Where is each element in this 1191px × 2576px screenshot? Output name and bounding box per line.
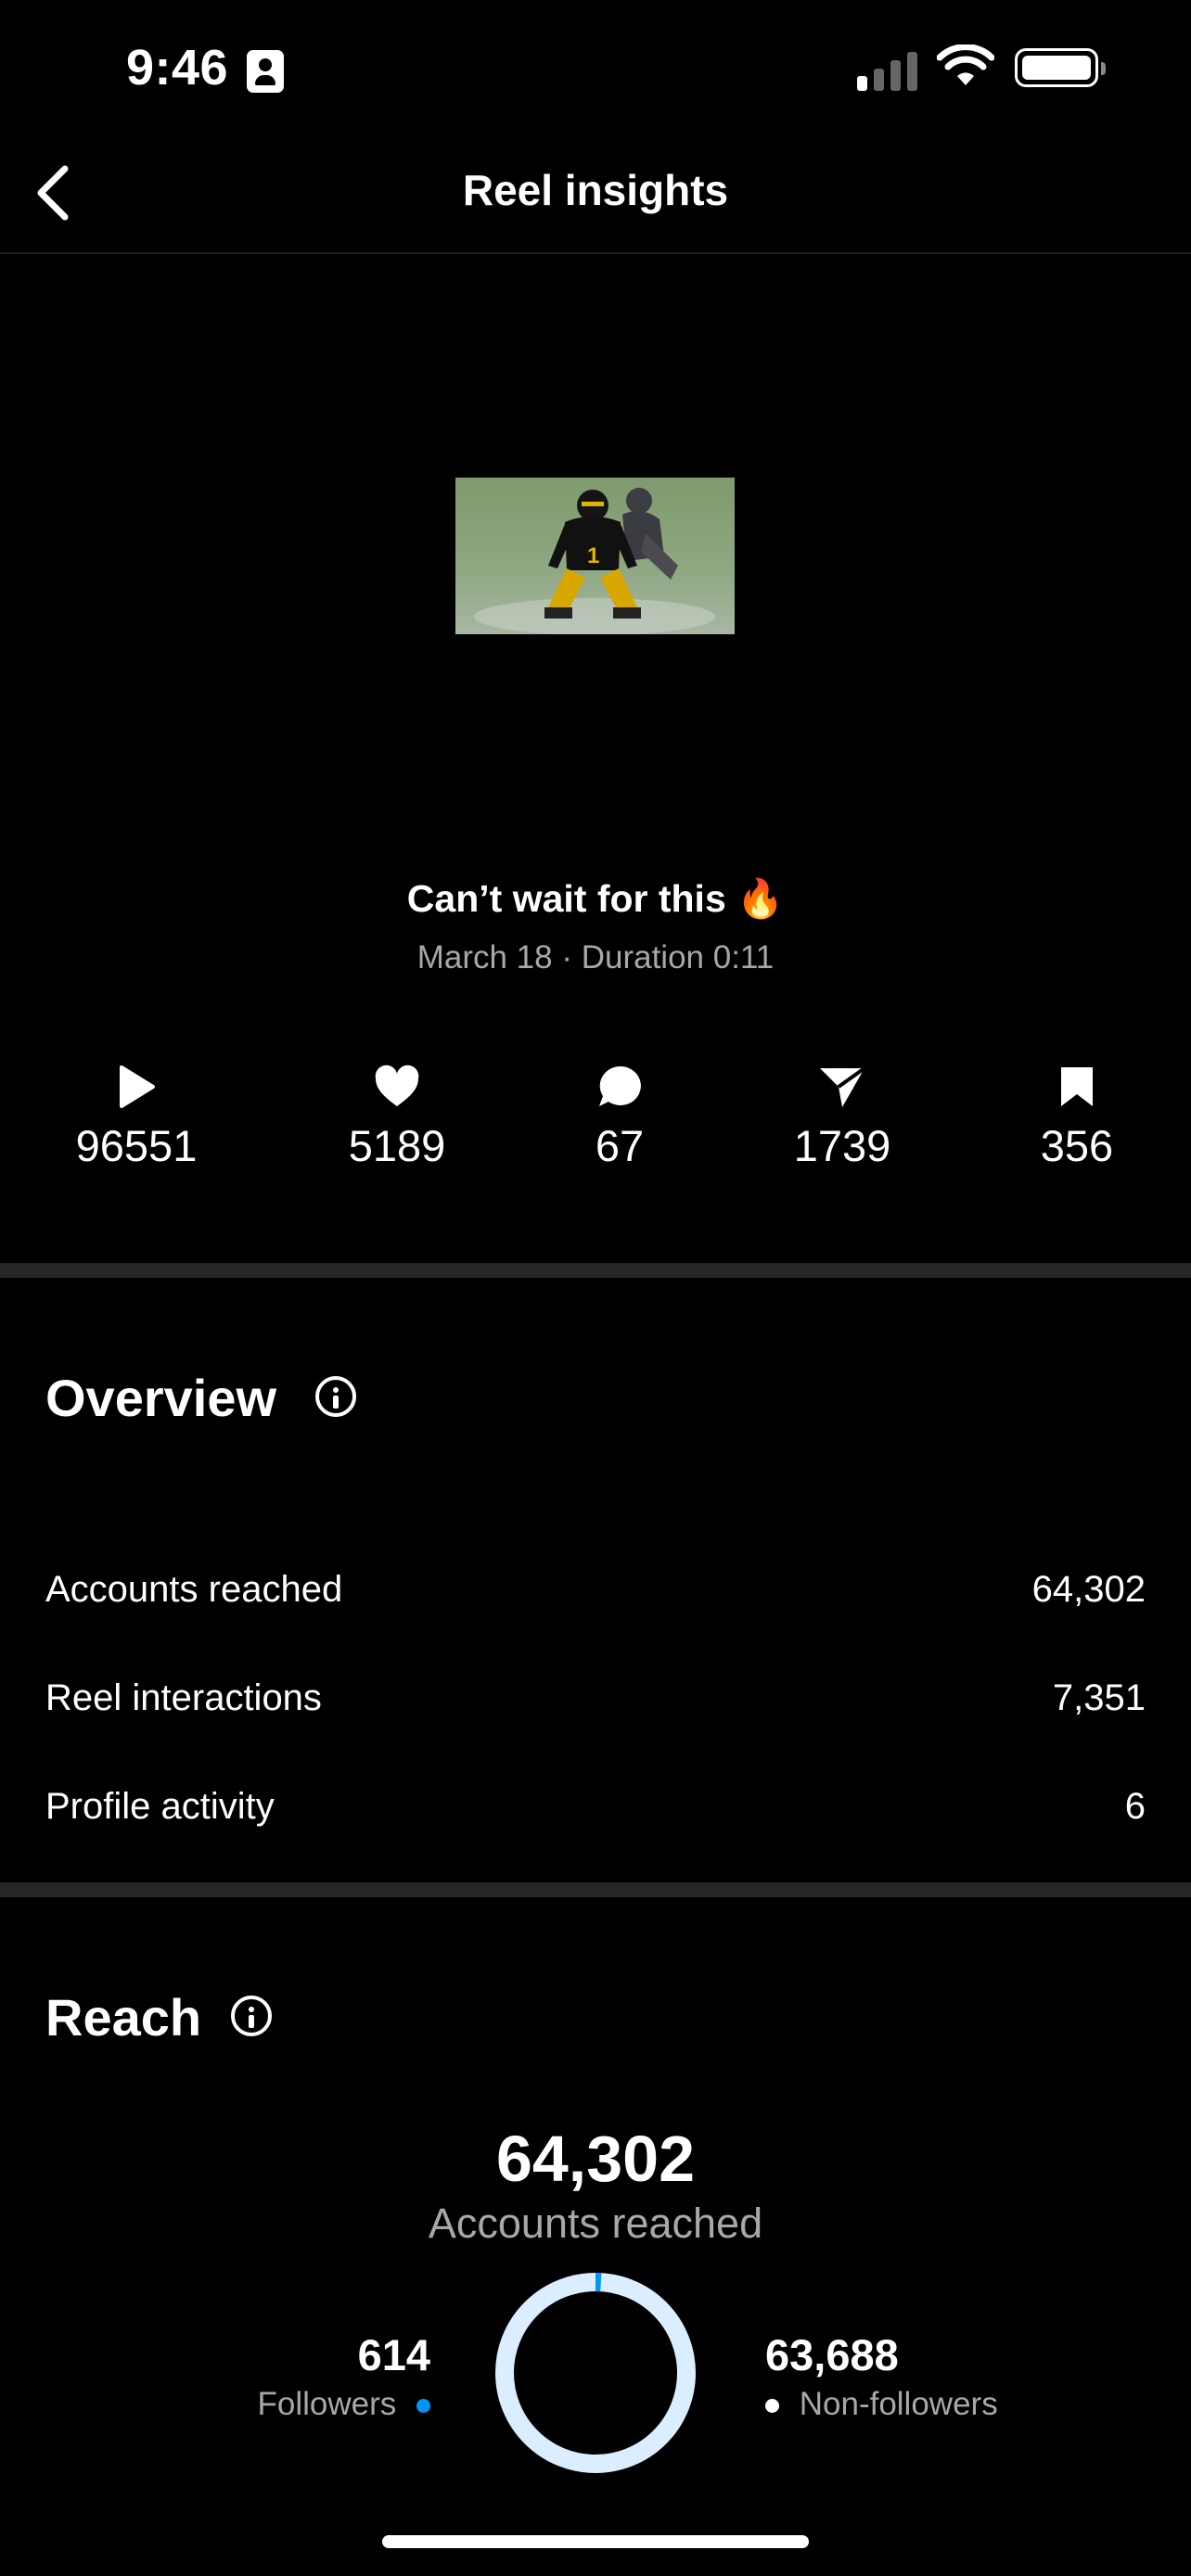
non-followers-arc: [495, 2273, 696, 2473]
non-followers-dot: [765, 2399, 779, 2414]
cellular-signal-icon: [857, 48, 917, 91]
reach-total: 64,302: [495, 2123, 696, 2195]
home-indicator[interactable]: [382, 2535, 809, 2548]
reach-total-label: Accounts reached: [428, 2200, 763, 2247]
comments-count: 67: [595, 1121, 645, 1170]
profile-activity-label: Profile activity: [45, 1786, 275, 1827]
contact-card-icon: [247, 50, 284, 93]
plays-metric: 96551: [34, 1065, 238, 1171]
section-divider: [0, 1263, 1191, 1278]
section-divider: [0, 1882, 1191, 1897]
reel-caption: Can’t wait for this 🔥: [406, 877, 785, 920]
reel-interactions-label: Reel interactions: [45, 1677, 322, 1718]
followers-legend: Followers: [257, 2386, 430, 2423]
reel-interactions-value: 7,351: [1052, 1677, 1146, 1718]
saves-metric: 356: [975, 1065, 1179, 1171]
likes-count: 5189: [348, 1121, 446, 1170]
reel-meta: March 18 · Duration 0:11: [416, 939, 775, 976]
shares-count: 1739: [793, 1121, 891, 1170]
followers-label: Followers: [257, 2386, 397, 2422]
comments-metric: 67: [518, 1065, 722, 1171]
non-followers-stat: 63,688 Non-followers: [765, 2329, 998, 2423]
followers-count: 614: [357, 2330, 430, 2379]
non-followers-count: 63,688: [765, 2330, 899, 2379]
header-divider: [0, 252, 1191, 254]
profile-activity-value: 6: [1124, 1786, 1146, 1827]
heart-icon: [375, 1065, 419, 1106]
non-followers-legend: Non-followers: [765, 2386, 998, 2423]
svg-text:1: 1: [587, 543, 599, 568]
likes-metric: 5189: [295, 1065, 499, 1171]
shares-metric: 1739: [740, 1065, 944, 1171]
saves-count: 356: [1040, 1121, 1114, 1170]
bookmark-icon: [1061, 1067, 1093, 1106]
overview-info-icon[interactable]: [315, 1376, 356, 1417]
non-followers-label: Non-followers: [799, 2386, 998, 2422]
battery-icon: [1015, 48, 1106, 87]
share-icon: [820, 1066, 866, 1107]
followers-dot: [416, 2399, 430, 2414]
wifi-icon: [937, 45, 994, 85]
accounts-reached-label: Accounts reached: [45, 1569, 343, 1610]
reach-title: Reach: [45, 1988, 202, 2047]
followers-stat: 614 Followers: [257, 2329, 430, 2423]
play-icon: [120, 1065, 155, 1108]
reel-thumbnail[interactable]: 1: [455, 478, 735, 634]
page-title: Reel insights: [462, 166, 729, 214]
comment-icon: [599, 1065, 641, 1106]
plays-count: 96551: [75, 1121, 198, 1170]
reach-donut-chart: [495, 2273, 696, 2473]
accounts-reached-value: 64,302: [1031, 1569, 1146, 1610]
reach-info-icon[interactable]: [231, 1996, 272, 2036]
overview-title: Overview: [45, 1369, 277, 1427]
status-time: 9:46: [126, 40, 229, 96]
